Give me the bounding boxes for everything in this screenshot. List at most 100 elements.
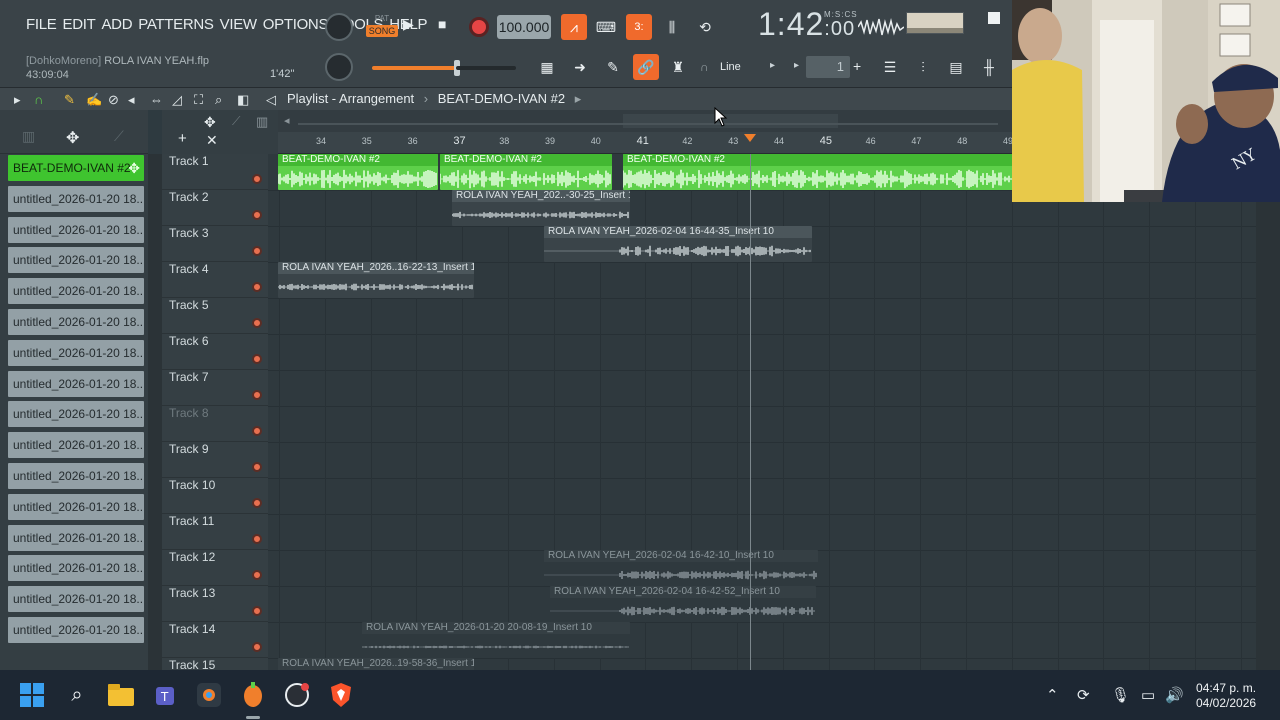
- pat-song-toggle[interactable]: PAT SONG: [366, 14, 398, 42]
- track-mute-led[interactable]: [252, 570, 262, 580]
- clip-muted-track14[interactable]: ROLA IVAN YEAH_2026-01-20 20-08-19_Inser…: [362, 622, 630, 658]
- playhead-marker[interactable]: [744, 134, 756, 142]
- track-mute-led[interactable]: [252, 606, 262, 616]
- channel-rack-icon[interactable]: ⫶: [910, 54, 936, 80]
- picker-audio-icon[interactable]: ▥: [22, 128, 35, 145]
- stop-icon[interactable]: ■: [438, 16, 446, 32]
- pattern-move-icon[interactable]: ✥: [128, 155, 140, 181]
- track-mute-led[interactable]: [252, 174, 262, 184]
- loop-record-icon[interactable]: ⟲: [692, 14, 718, 40]
- fl-studio-icon[interactable]: [239, 681, 267, 709]
- windows-start-icon[interactable]: [18, 681, 46, 709]
- volume-icon[interactable]: 🔊: [1165, 686, 1184, 704]
- picker-item[interactable]: untitled_2026-01-20 18...: [8, 401, 144, 428]
- playlist-menu-icon[interactable]: ▸: [14, 92, 21, 108]
- mixer-icon[interactable]: ▤: [943, 54, 969, 80]
- track-mute-led[interactable]: [252, 498, 262, 508]
- picker-item[interactable]: untitled_2026-01-20 18...: [8, 586, 144, 613]
- picker-item[interactable]: untitled_2026-01-20 18...: [8, 339, 144, 366]
- track-mute-led[interactable]: [252, 354, 262, 364]
- picker-item[interactable]: untitled_2026-01-20 18...: [8, 185, 144, 212]
- picker-pattern-icon[interactable]: ✥: [66, 128, 79, 148]
- countdown-icon[interactable]: 3:: [626, 14, 652, 40]
- picker-item[interactable]: untitled_2026-01-20 18...: [8, 247, 144, 274]
- brave-icon[interactable]: [327, 681, 355, 709]
- picker-automation-icon[interactable]: ⟋: [114, 128, 124, 145]
- track-menu-icon[interactable]: ▥: [256, 114, 268, 130]
- track-header[interactable]: Track 9: [162, 442, 268, 478]
- breadcrumb-pattern[interactable]: BEAT-DEMO-IVAN #2: [438, 91, 565, 106]
- track-header[interactable]: Track 2: [162, 190, 268, 226]
- track-header[interactable]: Track 3: [162, 226, 268, 262]
- track-header[interactable]: Track 7: [162, 370, 268, 406]
- playlist-scrollbar[interactable]: [1256, 154, 1280, 670]
- picker-scrollbar[interactable]: [148, 154, 162, 670]
- link-icon[interactable]: 🔗: [633, 54, 659, 80]
- track-header[interactable]: Track 4: [162, 262, 268, 298]
- track-mute-led[interactable]: [252, 282, 262, 292]
- arrangement-overview[interactable]: ◂: [278, 110, 1012, 132]
- davinci-icon[interactable]: [195, 681, 223, 709]
- paint-icon[interactable]: ✍: [86, 92, 102, 108]
- step-edit-icon[interactable]: ⫼: [659, 14, 685, 40]
- add-step-button[interactable]: +: [853, 58, 861, 74]
- track-header[interactable]: Track 13: [162, 586, 268, 622]
- clip-muted-track12[interactable]: ROLA IVAN YEAH_2026-02-04 16-42-10_Inser…: [544, 550, 818, 586]
- picker-item[interactable]: untitled_2026-01-20 18...: [8, 493, 144, 520]
- wait-input-icon[interactable]: ⌨: [593, 14, 619, 40]
- track-header[interactable]: Track 10: [162, 478, 268, 514]
- speaker-icon[interactable]: ◁: [266, 92, 276, 108]
- tempo-display[interactable]: 100.000: [497, 15, 551, 39]
- step-left-icon[interactable]: ▸: [794, 60, 799, 71]
- sync-icon[interactable]: ⟳: [1077, 686, 1090, 704]
- track-header[interactable]: Track 11: [162, 514, 268, 550]
- clip-beat-demo[interactable]: BEAT-DEMO-IVAN #2: [278, 154, 438, 190]
- menu-add[interactable]: ADD: [101, 16, 132, 33]
- playlist-grid[interactable]: BEAT-DEMO-IVAN #2 BEAT-DEMO-IVAN #2 BEAT…: [268, 154, 1256, 670]
- clip-audio-track2[interactable]: ROLA IVAN YEAH_202..-30-25_Insert 10: [452, 190, 630, 226]
- slice-icon[interactable]: ◿: [172, 92, 182, 108]
- metronome-icon[interactable]: ⩘: [561, 14, 587, 40]
- picker-item[interactable]: untitled_2026-01-20 18...: [8, 463, 144, 489]
- record-button[interactable]: [469, 17, 489, 37]
- zoom-icon[interactable]: ⌕: [215, 92, 222, 108]
- track-header[interactable]: Track 5: [162, 298, 268, 334]
- clip-audio-track3[interactable]: ROLA IVAN YEAH_2026-02-04 16-44-35_Inser…: [544, 226, 812, 262]
- menu-edit[interactable]: EDIT: [62, 16, 95, 33]
- clip-beat-demo[interactable]: BEAT-DEMO-IVAN #2: [623, 154, 1013, 190]
- menu-patterns[interactable]: PATTERNS: [138, 16, 214, 33]
- playlist-icon[interactable]: ☰: [877, 54, 903, 80]
- track-mute-led[interactable]: [252, 210, 262, 220]
- picker-item[interactable]: untitled_2026-01-20 18...: [8, 617, 144, 643]
- track-header[interactable]: Track 6: [162, 334, 268, 370]
- add-track-icon[interactable]: +: [178, 130, 187, 147]
- breadcrumb-playlist[interactable]: Playlist - Arrangement: [287, 91, 414, 106]
- track-header[interactable]: Track 12: [162, 550, 268, 586]
- link-track-icon[interactable]: ⟋: [232, 114, 240, 129]
- picker-item[interactable]: untitled_2026-01-20 18...: [8, 524, 144, 551]
- picker-item[interactable]: untitled_2026-01-20 18...: [8, 309, 144, 335]
- magnet-icon[interactable]: ∩: [700, 60, 709, 74]
- play-icon[interactable]: ▶: [403, 16, 414, 33]
- track-header[interactable]: Track 1: [162, 154, 268, 190]
- search-icon[interactable]: ⌕: [63, 681, 91, 709]
- piano-roll-icon[interactable]: ▦: [534, 54, 560, 80]
- clip-muted-track13[interactable]: ROLA IVAN YEAH_2026-02-04 16-42-52_Inser…: [550, 586, 816, 622]
- arrow-right-icon[interactable]: ➜: [567, 54, 593, 80]
- step-value[interactable]: 1: [806, 56, 850, 78]
- panel-toggle-icon[interactable]: [988, 12, 1000, 24]
- snap-dropdown-icon[interactable]: ▸: [770, 60, 775, 71]
- plugin-icon[interactable]: ╫: [976, 54, 1002, 80]
- master-pitch-knob[interactable]: [325, 13, 353, 41]
- track-header[interactable]: Track 14: [162, 622, 268, 658]
- mute-icon[interactable]: ◂: [128, 92, 135, 108]
- pencil-icon[interactable]: ✎: [64, 92, 75, 108]
- picker-item[interactable]: untitled_2026-01-20 18...: [8, 216, 144, 243]
- tray-chevron-icon[interactable]: ⌃: [1046, 686, 1059, 704]
- main-volume-slider[interactable]: [372, 60, 460, 76]
- timeline-ruler[interactable]: 34 35 36 37 38 39 40 41 42 43 44 45 46 47 48 49: [278, 132, 1013, 154]
- delete-icon[interactable]: ⊘: [108, 92, 119, 108]
- playback-icon[interactable]: ◧: [237, 92, 249, 108]
- track-mute-led[interactable]: [252, 462, 262, 472]
- stamp-icon[interactable]: ♜: [665, 54, 691, 80]
